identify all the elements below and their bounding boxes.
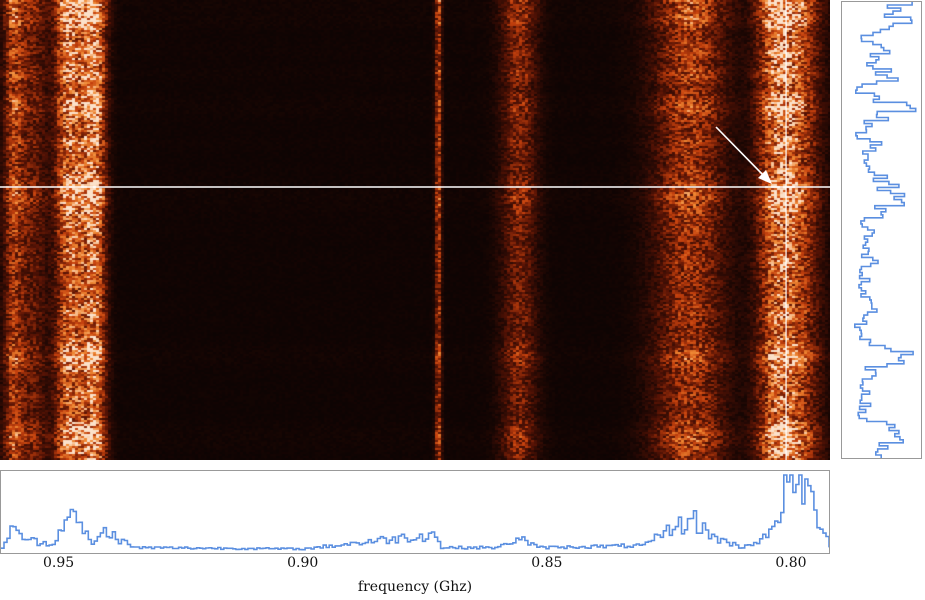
x-tick-label: 0.90	[287, 555, 319, 571]
x-tick-label: 0.80	[775, 555, 807, 571]
spectrogram-heatmap	[0, 0, 830, 460]
x-tick-label: 0.95	[42, 555, 75, 571]
side-profile-series-line	[854, 2, 917, 458]
side-profile-plot	[854, 2, 917, 458]
side-power-profile	[841, 1, 922, 459]
bottom-spectrum-plot	[1, 474, 832, 551]
spectrum-series-line	[1, 474, 832, 551]
x-axis: 0.95 0.90 0.85 0.80	[0, 554, 830, 576]
bottom-spectrum-panel	[0, 470, 832, 554]
spectrogram-overlay	[0, 0, 830, 460]
x-tick-label: 0.85	[531, 555, 563, 571]
x-axis-label: frequency (Ghz)	[357, 579, 473, 595]
annotation-arrow	[715, 126, 767, 179]
